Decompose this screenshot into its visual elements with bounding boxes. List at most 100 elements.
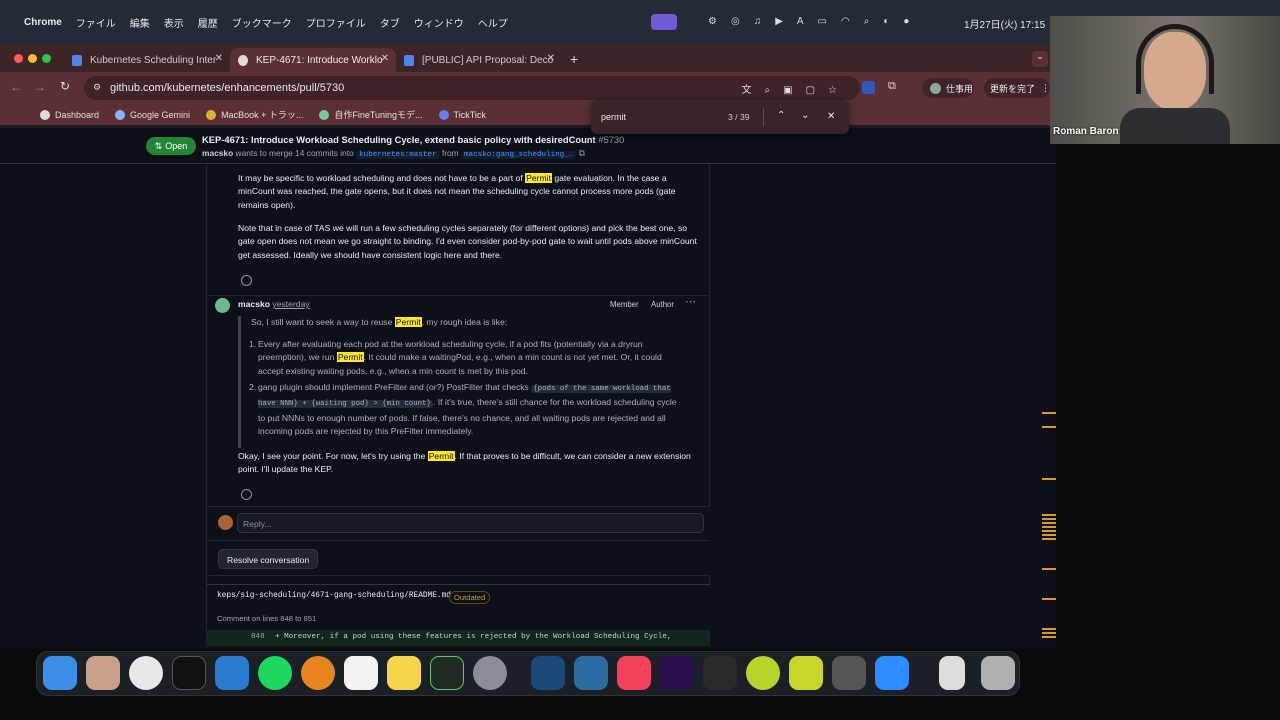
smiley-icon[interactable]: [241, 275, 252, 286]
file-path[interactable]: keps/sig-scheduling/4671-gang-scheduling…: [217, 592, 451, 600]
app-pencil-icon[interactable]: [789, 656, 823, 690]
forward-icon[interactable]: →: [34, 80, 46, 94]
menu-help[interactable]: ヘルプ: [478, 15, 508, 30]
macos-dock: [36, 651, 1020, 696]
quote-list-item-2: 2. gang plugin should implement PreFilte…: [249, 381, 678, 438]
reload-icon[interactable]: ↻: [60, 79, 70, 93]
menu-window[interactable]: ウィンドウ: [414, 15, 464, 30]
bookmark-label: MacBook + トラッ...: [221, 110, 304, 120]
back-icon[interactable]: ←: [10, 80, 22, 94]
bookmark-ticktick[interactable]: TickTick: [438, 109, 486, 120]
new-tab-icon[interactable]: +: [570, 51, 578, 67]
smiley-icon[interactable]: [241, 489, 252, 500]
system-settings-icon[interactable]: [473, 656, 507, 690]
premiere-icon[interactable]: [660, 656, 694, 690]
comment-author[interactable]: macsko: [238, 299, 270, 309]
zoom-icon[interactable]: [875, 656, 909, 690]
launchpad-icon[interactable]: [86, 656, 120, 690]
audio-app-icon[interactable]: [703, 656, 737, 690]
close-icon[interactable]: ✕: [827, 111, 835, 122]
terminal-icon[interactable]: [172, 656, 206, 690]
text: So, I still want to seek a way to reuse: [251, 317, 395, 327]
menu-tab[interactable]: タブ: [380, 15, 400, 30]
quote-line: So, I still want to seek a way to reuse …: [250, 316, 698, 329]
menu-app-name[interactable]: Chrome: [24, 17, 62, 28]
screen-share-icon[interactable]: [651, 14, 677, 30]
bookmark-macbook[interactable]: MacBook + トラッ...: [206, 108, 303, 121]
resolve-conversation-button[interactable]: Resolve conversation: [218, 549, 319, 569]
tab-api-proposal[interactable]: [PUBLIC] API Proposal: Deco ✕: [396, 48, 562, 72]
steam-icon[interactable]: [531, 656, 565, 690]
marker: [1042, 514, 1056, 542]
copy-icon[interactable]: ⧉: [579, 148, 585, 158]
close-window-button[interactable]: [14, 54, 23, 63]
music-icon[interactable]: [617, 656, 651, 690]
status-icons[interactable]: ⚙◎♫▶A▭◠⌕◐●: [708, 16, 938, 28]
tab-search-icon[interactable]: ⌄: [1032, 51, 1048, 67]
divider: [763, 108, 764, 126]
chevron-up-icon[interactable]: ⌃: [777, 110, 785, 121]
app-green-icon[interactable]: [746, 656, 780, 690]
address-bar[interactable]: ⚙ github.com/kubernetes/enhancements/pul…: [84, 76, 860, 100]
extensions-icon[interactable]: [862, 81, 875, 94]
document-icon[interactable]: [939, 656, 965, 690]
close-icon[interactable]: ✕: [215, 53, 223, 64]
head-branch[interactable]: macsko:gang_scheduling_…: [460, 151, 577, 159]
blender-icon[interactable]: [301, 656, 335, 690]
menubar-clock[interactable]: 1月27日(火) 17:15: [964, 16, 1045, 31]
close-icon[interactable]: ✕: [381, 53, 389, 64]
pr-number: #5730: [598, 134, 625, 145]
docs-icon: [404, 55, 414, 66]
chevron-down-icon[interactable]: ⌄: [801, 110, 809, 121]
vscode-icon[interactable]: [215, 656, 249, 690]
menu-history[interactable]: 履歴: [198, 15, 218, 30]
bookmark-gemini[interactable]: Google Gemini: [115, 109, 191, 120]
chrome-icon[interactable]: [129, 656, 163, 690]
avatar[interactable]: [215, 298, 230, 313]
bookmark-label: Dashboard: [55, 109, 100, 120]
pr-author-link[interactable]: macsko: [202, 148, 233, 158]
menu-bookmarks[interactable]: ブックマーク: [232, 15, 292, 30]
menu-edit[interactable]: 編集: [130, 15, 150, 30]
video-thumbnail[interactable]: Roman Baron: [1050, 16, 1280, 144]
text: , my rough idea is like:: [421, 317, 508, 327]
url-text: github.com/kubernetes/enhancements/pull/…: [110, 82, 345, 94]
list-number: 2.: [249, 382, 257, 392]
kebab-icon[interactable]: ⋯: [685, 295, 696, 308]
marker: [1042, 412, 1056, 414]
find-input[interactable]: permit: [601, 112, 626, 122]
pr-open-icon: ⇅: [154, 140, 163, 151]
unity-icon[interactable]: [832, 656, 866, 690]
bookmark-dashboard[interactable]: Dashboard: [40, 109, 100, 120]
reply-input[interactable]: Reply...: [237, 513, 704, 533]
profile-chip[interactable]: 仕事用: [922, 78, 974, 98]
tab-kubernetes-scheduling[interactable]: Kubernetes Scheduling Inter ✕: [64, 48, 230, 72]
github-icon: [40, 109, 50, 120]
tab-strip: Kubernetes Scheduling Inter ✕ KEP-4671: …: [0, 44, 1056, 72]
line-number: 848: [251, 633, 265, 641]
spotify-icon[interactable]: [258, 656, 292, 690]
base-branch[interactable]: kubernetes:master: [356, 151, 440, 159]
bookmark-finetuning[interactable]: 自作FineTuningモデ...: [319, 108, 423, 121]
trash-icon[interactable]: [981, 656, 1015, 690]
browser-window: Kubernetes Scheduling Inter ✕ KEP-4671: …: [0, 44, 1056, 648]
minimize-window-button[interactable]: [28, 54, 37, 63]
zoom-window-button[interactable]: [42, 54, 51, 63]
tab-kep-4671[interactable]: KEP-4671: Introduce Worklo ✕: [230, 48, 396, 72]
bookmark-b-icon: [206, 109, 217, 120]
close-icon[interactable]: ✕: [547, 53, 555, 64]
bookmark-label: Google Gemini: [130, 109, 191, 120]
toolbar-action-icons[interactable]: 文⌕▣▢☆: [742, 81, 850, 96]
puzzle-icon[interactable]: ⧉: [888, 80, 896, 93]
menu-file[interactable]: ファイル: [76, 15, 116, 30]
affinity-icon[interactable]: [574, 656, 608, 690]
slack-icon[interactable]: [344, 656, 378, 690]
comment-time[interactable]: yesterday: [272, 299, 309, 309]
menu-view[interactable]: 表示: [164, 15, 184, 30]
update-button[interactable]: 更新を完了 ⋮: [984, 78, 1050, 98]
finder-icon[interactable]: [43, 656, 77, 690]
menu-profiles[interactable]: プロファイル: [306, 15, 366, 30]
notes-icon[interactable]: [387, 656, 421, 690]
site-info-icon[interactable]: ⚙: [93, 82, 101, 93]
activity-monitor-icon[interactable]: [430, 656, 464, 690]
